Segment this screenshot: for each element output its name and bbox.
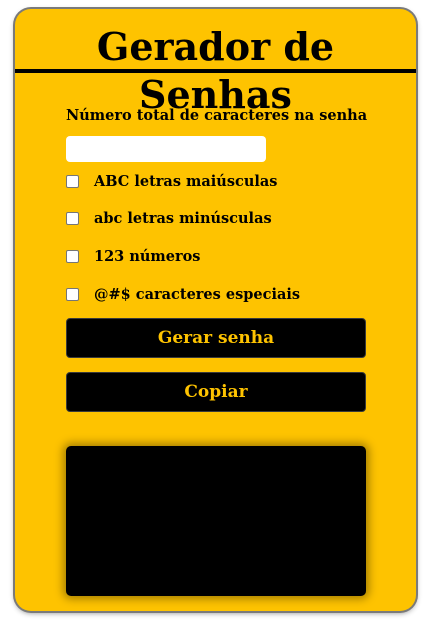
special-checkbox[interactable]	[66, 287, 79, 301]
uppercase-label: ABC letras maiúsculas	[94, 172, 278, 190]
copy-button[interactable]: Copiar	[66, 372, 366, 412]
generate-password-button[interactable]: Gerar senha	[66, 318, 366, 358]
option-uppercase[interactable]: ABC letras maiúsculas	[66, 171, 277, 191]
numbers-label: 123 números	[94, 247, 201, 265]
length-label: Número total de caracteres na senha	[66, 107, 368, 124]
generator-card: Gerador de Senhas Número total de caract…	[15, 9, 416, 611]
password-output	[66, 446, 366, 596]
option-special[interactable]: @#$ caracteres especiais	[66, 284, 300, 304]
special-label: @#$ caracteres especiais	[94, 285, 301, 303]
option-numbers[interactable]: 123 números	[66, 246, 200, 266]
numbers-checkbox[interactable]	[66, 249, 79, 263]
length-input[interactable]	[66, 136, 266, 162]
uppercase-checkbox[interactable]	[66, 174, 79, 188]
lowercase-label: abc letras minúsculas	[94, 209, 272, 227]
title-divider	[15, 69, 416, 73]
option-lowercase[interactable]: abc letras minúsculas	[66, 208, 272, 228]
lowercase-checkbox[interactable]	[66, 211, 79, 225]
